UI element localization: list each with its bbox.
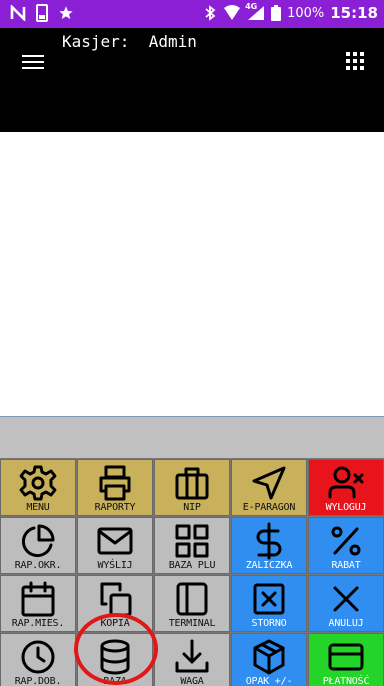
cashier-info: Kasjer: Admin <box>62 32 197 51</box>
star-icon <box>59 6 73 19</box>
package-icon <box>253 639 285 675</box>
baza-plu-button-label: BAZA PLU <box>168 560 216 571</box>
kopia-button-label: KOPIA <box>100 618 130 629</box>
terminal-button-label: TERMINAL <box>168 618 216 629</box>
opak-button[interactable]: OPAK +/- <box>231 633 307 686</box>
apps-grid-icon[interactable] <box>346 52 364 70</box>
rabat-button-label: RABAT <box>331 560 361 571</box>
status-bar-left <box>10 4 74 22</box>
anuluj-button-label: ANULUJ <box>328 618 364 629</box>
percent-icon <box>331 526 361 556</box>
baza-plu-button[interactable]: BAZA PLU <box>154 517 230 574</box>
app-header: Kasjer: Admin <box>0 28 384 132</box>
anuluj-button[interactable]: ANULUJ <box>308 575 384 632</box>
battery-icon <box>271 5 282 21</box>
sim-card-icon <box>36 4 48 22</box>
cashier-name: Admin <box>148 32 197 51</box>
database-icon <box>100 639 130 675</box>
storno-button[interactable]: STORNO <box>231 575 307 632</box>
platnosc-button-label: PŁATNOŚĆ <box>322 676 370 686</box>
e-paragon-button[interactable]: E-PARAGON <box>231 459 307 516</box>
gear-icon <box>19 465 57 501</box>
menu-hamburger-icon[interactable] <box>22 54 44 70</box>
wyloguj-button[interactable]: WYLOGUJ <box>308 459 384 516</box>
battery-percent: 100% <box>287 5 325 21</box>
opak-button-label: OPAK +/- <box>245 676 293 686</box>
function-keypad: MENU RAPORTY NIP E-PARAGON WYLOGUJ RAP.O… <box>0 458 384 686</box>
wifi-icon <box>224 5 241 20</box>
e-paragon-button-label: E-PARAGON <box>242 502 296 513</box>
bluetooth-icon <box>205 5 216 21</box>
rap-dob-button[interactable]: RAP.DOB. <box>0 633 76 686</box>
briefcase-icon <box>175 467 209 500</box>
rap-mies-button[interactable]: RAP.MIES. <box>0 575 76 632</box>
copy-icon <box>100 582 132 617</box>
wyslij-button[interactable]: WYŚLIJ <box>77 517 153 574</box>
terminal-button[interactable]: TERMINAL <box>154 575 230 632</box>
kopia-button[interactable]: KOPIA <box>77 575 153 632</box>
grid-icon <box>175 524 209 558</box>
dollar-icon <box>256 522 282 560</box>
rap-okr-button-label: RAP.OKR. <box>14 560 62 571</box>
user-remove-icon <box>328 466 364 499</box>
download-icon <box>175 639 209 673</box>
calendar-icon <box>21 581 55 617</box>
n-icon <box>10 5 26 21</box>
wyslij-button-label: WYŚLIJ <box>97 560 133 571</box>
baza-button-label: BAZA <box>103 676 127 686</box>
nip-button-label: NIP <box>183 502 201 513</box>
raporty-button-label: RAPORTY <box>94 502 136 513</box>
cashier-label: Kasjer: <box>62 32 130 51</box>
terminal-icon <box>176 582 208 616</box>
status-bar-right: 4G 100% 15:18 <box>203 2 378 22</box>
summary-bar <box>0 416 384 458</box>
card-icon <box>328 643 364 671</box>
platnosc-button[interactable]: PŁATNOŚĆ <box>308 633 384 686</box>
cell-signal-icon: 4G <box>245 2 265 21</box>
status-bar: 4G 100% 15:18 <box>0 0 384 28</box>
raporty-button[interactable]: RAPORTY <box>77 459 153 516</box>
zaliczka-button-label: ZALICZKA <box>245 560 293 571</box>
waga-button-label: WAGA <box>180 676 204 686</box>
send-icon <box>252 466 286 500</box>
storno-button-label: STORNO <box>251 618 287 629</box>
menu-button-label: MENU <box>26 502 50 513</box>
cancel-box-icon <box>253 583 285 615</box>
close-icon <box>333 586 359 612</box>
zaliczka-button[interactable]: ZALICZKA <box>231 517 307 574</box>
waga-button[interactable]: WAGA <box>154 633 230 686</box>
receipt-area <box>0 132 384 416</box>
clock-icon <box>21 640 55 674</box>
network-type: 4G <box>245 2 258 11</box>
wyloguj-button-label: WYLOGUJ <box>325 502 367 513</box>
menu-button[interactable]: MENU <box>0 459 76 516</box>
nip-button[interactable]: NIP <box>154 459 230 516</box>
rabat-button[interactable]: RABAT <box>308 517 384 574</box>
rap-mies-button-label: RAP.MIES. <box>11 618 65 629</box>
baza-button[interactable]: BAZA <box>77 633 153 686</box>
envelope-icon <box>97 527 133 555</box>
pie-chart-icon <box>21 524 55 558</box>
rap-dob-button-label: RAP.DOB. <box>14 676 62 686</box>
printer-icon <box>99 465 131 501</box>
clock-time: 15:18 <box>330 4 378 22</box>
rap-okr-button[interactable]: RAP.OKR. <box>0 517 76 574</box>
